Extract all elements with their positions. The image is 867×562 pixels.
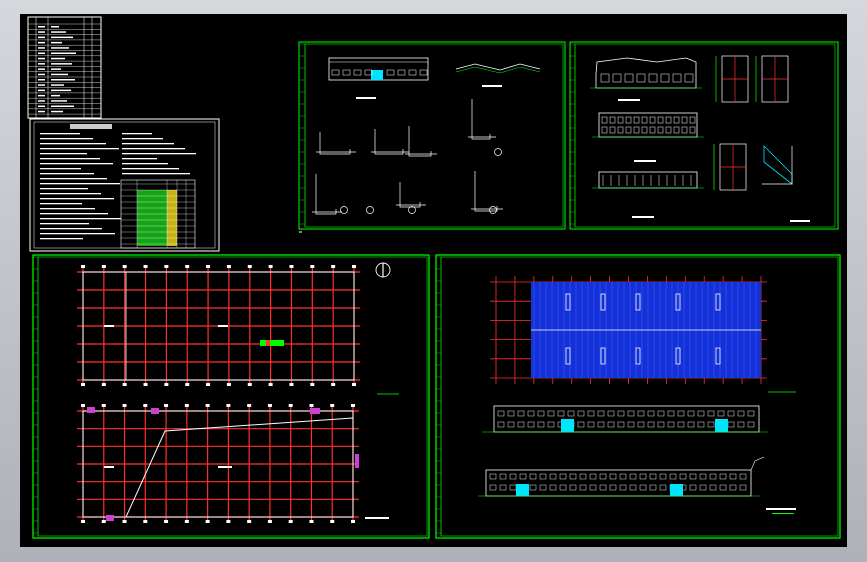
sheet-elevations[interactable] bbox=[569, 41, 839, 230]
sheet-spec-table[interactable] bbox=[27, 16, 102, 119]
sheet-roof[interactable] bbox=[435, 254, 841, 539]
cad-viewport[interactable] bbox=[20, 14, 847, 547]
app-window bbox=[0, 0, 867, 562]
drawing-canvas[interactable] bbox=[20, 14, 847, 547]
sheet-notes[interactable] bbox=[29, 118, 220, 252]
sheet-details[interactable] bbox=[298, 41, 566, 233]
sheet-plans[interactable] bbox=[32, 254, 430, 539]
